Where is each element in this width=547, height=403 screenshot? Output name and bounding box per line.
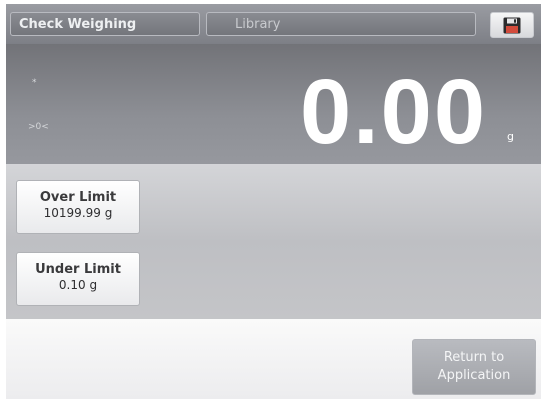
stability-indicator: *: [32, 78, 37, 88]
weight-readout: 0.00: [299, 61, 487, 163]
over-limit-value: 10199.99 g: [43, 206, 113, 220]
app-frame: Check Weighing Library * >0< 0.00 g Over…: [6, 4, 541, 399]
weight-display: * >0< 0.00 g: [6, 44, 541, 164]
return-label-line2: Application: [437, 368, 511, 383]
tab-library[interactable]: Library: [206, 12, 476, 36]
bottom-bar: Return to Application: [6, 319, 541, 399]
weight-unit: g: [507, 130, 514, 143]
tab-check-weighing[interactable]: Check Weighing: [10, 12, 200, 36]
return-label-line1: Return to: [443, 350, 505, 365]
return-to-application-button[interactable]: Return to Application: [412, 339, 536, 395]
limits-panel: Over Limit 10199.99 g Under Limit 0.10 g: [6, 164, 541, 319]
save-button[interactable]: [490, 12, 534, 38]
center-of-zero-indicator: >0<: [28, 122, 49, 132]
under-limit-button[interactable]: Under Limit 0.10 g: [16, 252, 140, 306]
under-limit-label: Under Limit: [35, 262, 121, 277]
top-bar: Check Weighing Library: [6, 4, 541, 44]
over-limit-button[interactable]: Over Limit 10199.99 g: [16, 180, 140, 234]
under-limit-value: 0.10 g: [58, 278, 98, 292]
floppy-disk-icon: [503, 17, 521, 34]
over-limit-label: Over Limit: [39, 190, 117, 205]
